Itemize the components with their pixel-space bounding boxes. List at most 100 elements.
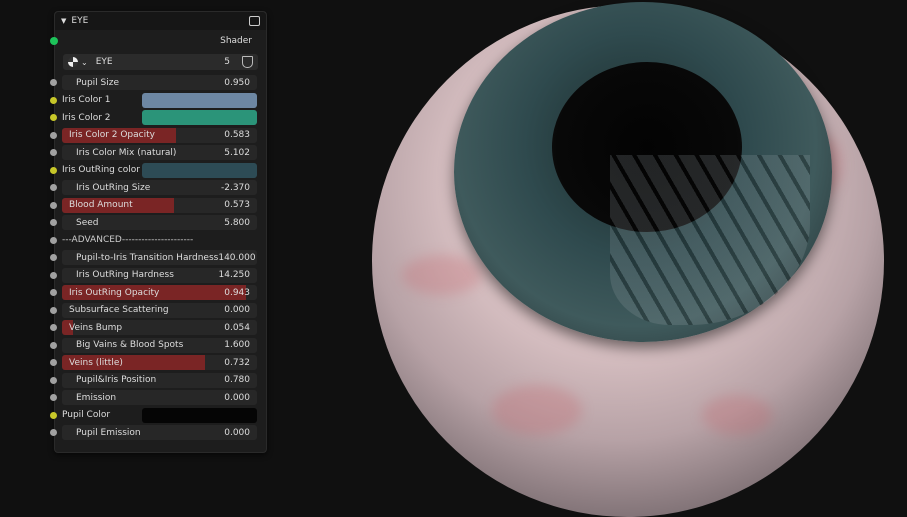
input-row: Iris OutRing Size -2.370 [50, 179, 266, 197]
input-value: 1.600 [224, 340, 250, 351]
number-field[interactable]: Iris OutRing Hardness 14.250 [62, 267, 257, 283]
factor-slider[interactable]: Iris OutRing Opacity 0.943 [62, 285, 257, 301]
chevron-down-icon[interactable]: ⌄ [81, 58, 88, 67]
input-socket[interactable] [50, 114, 57, 121]
input-value: 0.943 [224, 287, 250, 298]
input-value: 0.780 [224, 375, 250, 386]
input-value: 140.000 [218, 252, 256, 263]
node-tree-icon [68, 57, 78, 67]
input-value: 0.583 [224, 130, 250, 141]
input-label: Pupil-to-Iris Transition Hardness [76, 252, 219, 263]
input-value: 5.800 [224, 217, 250, 228]
factor-slider[interactable]: Blood Amount 0.573 [62, 197, 257, 213]
input-value: 0.732 [224, 357, 250, 368]
input-label: Iris OutRing Opacity [69, 287, 160, 298]
input-socket[interactable] [50, 131, 57, 139]
input-value: 0.000 [224, 392, 250, 403]
input-label: Pupil&Iris Position [76, 375, 157, 386]
number-field[interactable]: Pupil&Iris Position 0.780 [62, 372, 257, 388]
number-field[interactable]: Seed 5.800 [62, 215, 257, 231]
input-label: Big Vains & Blood Spots [76, 340, 184, 351]
input-label: Iris OutRing Size [76, 182, 151, 193]
color-swatch[interactable] [142, 92, 257, 108]
input-label: Seed [76, 217, 99, 228]
node-title: EYE [71, 16, 89, 26]
node-group-icon[interactable] [249, 16, 260, 26]
input-socket[interactable] [50, 236, 57, 244]
input-label: Emission [76, 392, 117, 403]
input-row: Pupil Emission 0.000 [50, 424, 266, 442]
input-socket[interactable] [50, 79, 57, 86]
number-field[interactable]: Pupil Emission 0.000 [62, 425, 257, 441]
color-swatch[interactable] [142, 407, 257, 423]
fake-user-shield-icon[interactable] [242, 56, 253, 68]
number-field[interactable]: Emission 0.000 [62, 390, 257, 406]
input-socket[interactable] [50, 271, 57, 279]
input-socket[interactable] [50, 149, 57, 156]
factor-slider[interactable]: Veins Bump 0.054 [62, 320, 257, 336]
color-input: Iris OutRing color [62, 162, 257, 178]
input-socket[interactable] [50, 96, 57, 104]
input-label: Iris Color 2 [62, 112, 111, 123]
input-label: Pupil Color [62, 410, 111, 421]
factor-slider[interactable]: Subsurface Scattering 0.000 [62, 302, 257, 318]
input-row: Iris OutRing Hardness 14.250 [50, 267, 266, 285]
number-field[interactable]: Iris Color Mix (natural) 5.102 [62, 145, 257, 161]
input-row: Big Vains & Blood Spots 1.600 [50, 337, 266, 355]
input-label: Veins Bump [69, 322, 123, 333]
input-socket[interactable] [50, 359, 57, 366]
input-socket[interactable] [50, 376, 57, 384]
input-label: Iris OutRing Hardness [76, 270, 174, 281]
section-separator: ---ADVANCED---------------------- [62, 235, 194, 246]
input-value: 0.054 [224, 322, 250, 333]
input-socket[interactable] [50, 411, 57, 419]
factor-slider[interactable]: Veins (little) 0.732 [62, 355, 257, 371]
node-header[interactable]: ▼ EYE [55, 12, 266, 30]
input-label: Iris OutRing color [62, 165, 140, 176]
number-field[interactable]: Pupil Size 0.950 [62, 75, 257, 91]
number-field[interactable]: Pupil-to-Iris Transition Hardness 140.000 [62, 250, 257, 266]
input-value: 14.250 [218, 270, 251, 281]
collapse-triangle-icon[interactable]: ▼ [61, 17, 66, 25]
input-socket[interactable] [50, 289, 57, 296]
input-value: 0.573 [224, 200, 250, 211]
input-value: -2.370 [220, 182, 250, 193]
input-row: Blood Amount 0.573 [50, 197, 266, 215]
input-socket[interactable] [50, 341, 57, 349]
input-socket[interactable] [50, 394, 57, 401]
input-row: Emission 0.000 [50, 389, 266, 407]
input-row: Iris OutRing color [50, 162, 266, 180]
input-row: Subsurface Scattering 0.000 [50, 302, 266, 320]
input-row: Seed 5.800 [50, 214, 266, 232]
color-swatch[interactable] [142, 162, 257, 178]
input-label: Pupil Size [76, 77, 120, 88]
shader-output-label: Shader [220, 36, 252, 46]
input-row: ---ADVANCED---------------------- [50, 232, 266, 250]
eye-group-node[interactable]: ▼ EYE Shader ⌄ EYE 5 Pupil Size 0.950 Iris… [50, 11, 267, 453]
factor-slider[interactable]: Iris Color 2 Opacity 0.583 [62, 127, 257, 143]
input-socket[interactable] [50, 184, 57, 191]
number-field[interactable]: Big Vains & Blood Spots 1.600 [62, 337, 257, 353]
input-label: Iris Color 2 Opacity [69, 130, 155, 141]
input-socket[interactable] [50, 166, 57, 174]
input-row: Pupil Size 0.950 [50, 74, 266, 92]
input-row: Iris OutRing Opacity 0.943 [50, 284, 266, 302]
color-input: Iris Color 2 [62, 110, 257, 126]
input-label: Iris Color Mix (natural) [76, 147, 177, 158]
shader-output-socket[interactable] [50, 37, 58, 45]
input-label: Iris Color 1 [62, 95, 111, 106]
input-socket[interactable] [50, 306, 57, 314]
input-socket[interactable] [50, 201, 57, 209]
input-value: 5.102 [224, 147, 250, 158]
input-socket[interactable] [50, 324, 57, 331]
color-input: Pupil Color [62, 407, 257, 423]
color-swatch[interactable] [142, 110, 257, 126]
node-group-selector[interactable]: ⌄ EYE 5 [63, 54, 258, 70]
input-socket[interactable] [50, 219, 57, 226]
input-socket[interactable] [50, 254, 57, 261]
input-socket[interactable] [50, 429, 57, 436]
input-value: 0.000 [224, 427, 250, 438]
group-name[interactable]: EYE [96, 57, 225, 67]
number-field[interactable]: Iris OutRing Size -2.370 [62, 180, 257, 196]
input-label: Pupil Emission [76, 427, 141, 438]
